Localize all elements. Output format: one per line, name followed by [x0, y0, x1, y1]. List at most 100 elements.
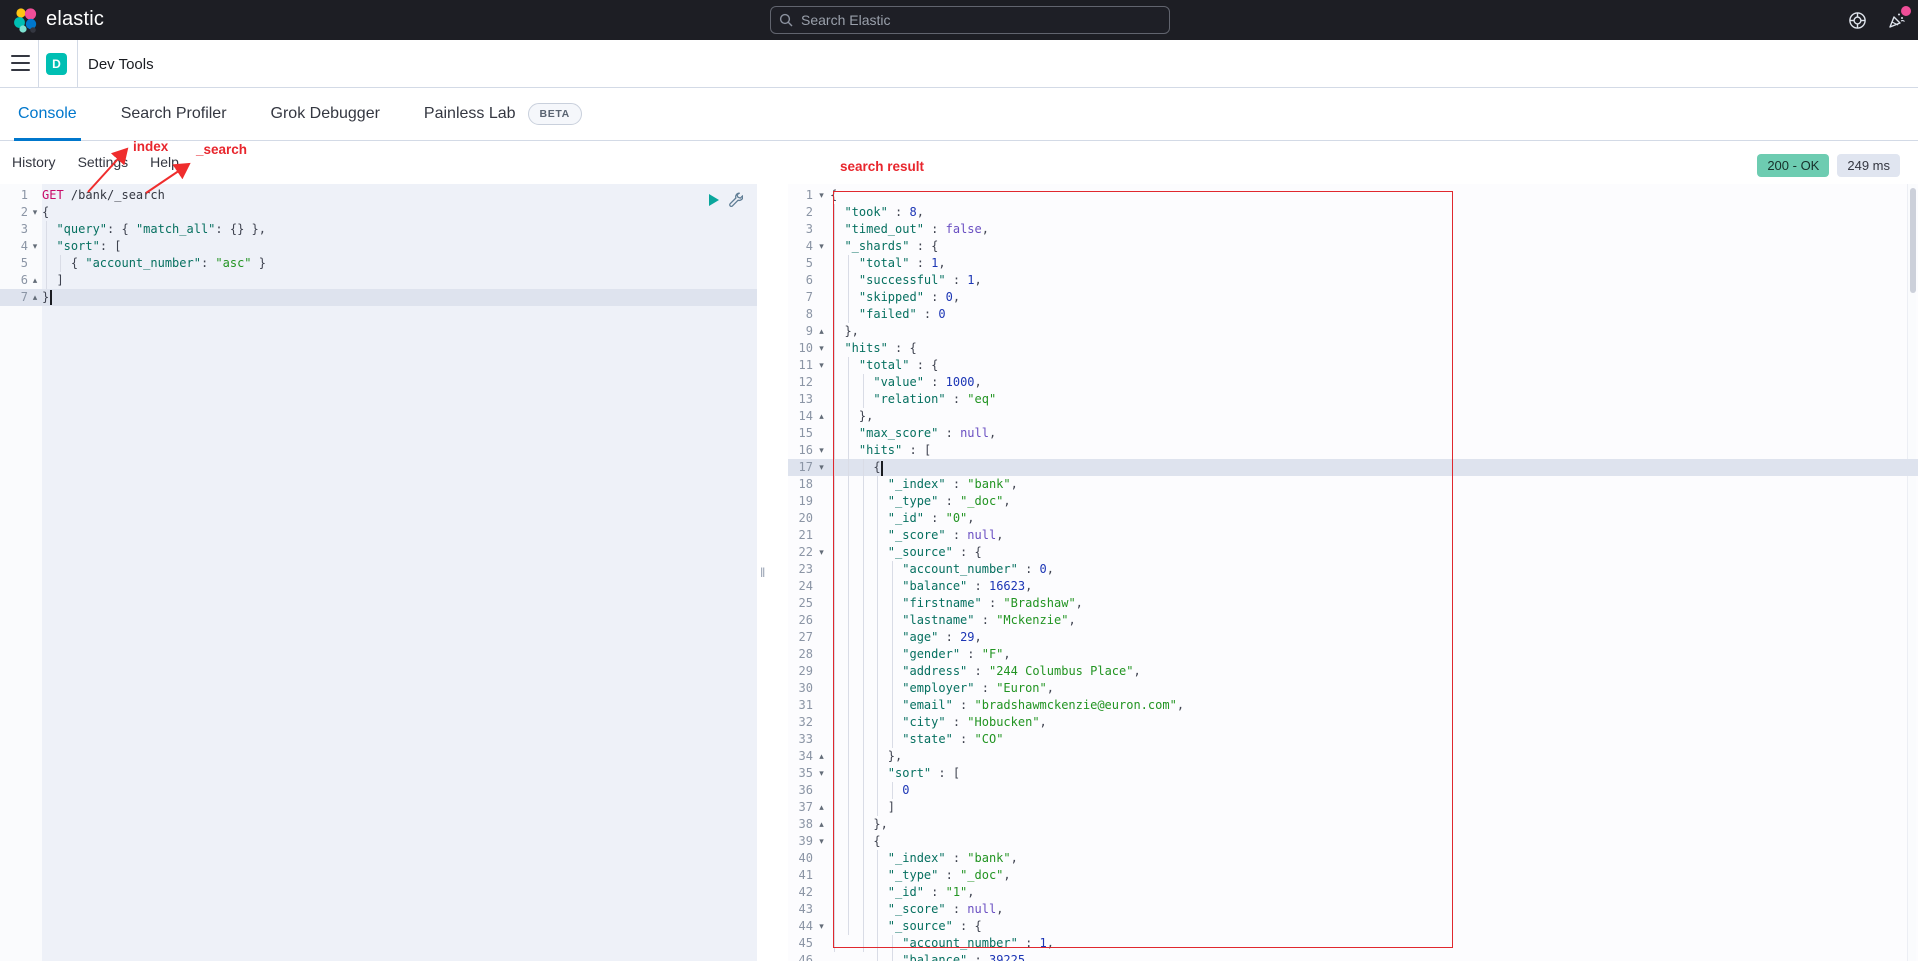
- newsfeed-button[interactable]: [1886, 9, 1908, 31]
- help-button[interactable]: [1846, 9, 1868, 31]
- elastic-logo[interactable]: [13, 7, 39, 33]
- code-line[interactable]: 45 "account_number" : 1,: [788, 935, 1918, 952]
- code-line[interactable]: 5 "total" : 1,: [788, 255, 1918, 272]
- code-line[interactable]: 9▴ },: [788, 323, 1918, 340]
- search-input[interactable]: [801, 12, 1141, 28]
- line-number: 18: [788, 476, 813, 493]
- indent-guide: [892, 782, 893, 799]
- code-line[interactable]: 32 "city" : "Hobucken",: [788, 714, 1918, 731]
- code-line[interactable]: 15 "max_score" : null,: [788, 425, 1918, 442]
- code-text: "balance" : 16623,: [830, 578, 1032, 595]
- code-line[interactable]: 21 "_score" : null,: [788, 527, 1918, 544]
- code-line[interactable]: 18 "_index" : "bank",: [788, 476, 1918, 493]
- code-line[interactable]: 2▾{: [0, 204, 757, 221]
- code-line[interactable]: 3 "timed_out" : false,: [788, 221, 1918, 238]
- code-line[interactable]: 17▾ {: [788, 459, 1918, 476]
- global-search-bar[interactable]: [770, 6, 1170, 34]
- tab-console[interactable]: Console: [18, 88, 77, 141]
- fold-spacer: [813, 391, 830, 408]
- fold-toggle-icon[interactable]: ▾: [813, 357, 830, 374]
- code-line[interactable]: 44▾ "_source" : {: [788, 918, 1918, 935]
- code-line[interactable]: 19 "_type" : "_doc",: [788, 493, 1918, 510]
- nav-separator: [77, 40, 78, 88]
- code-line[interactable]: 39▾ {: [788, 833, 1918, 850]
- code-text: GET /bank/_search: [42, 187, 165, 204]
- request-editor[interactable]: 1GET /bank/_search2▾{3 "query": { "match…: [0, 184, 757, 961]
- code-line[interactable]: 46 "balance" : 39225,: [788, 952, 1918, 961]
- fold-toggle-icon[interactable]: ▾: [813, 442, 830, 459]
- code-line[interactable]: 6▴ ]: [0, 272, 757, 289]
- tab-grok-debugger[interactable]: Grok Debugger: [271, 88, 380, 141]
- line-number: 17: [788, 459, 813, 476]
- menu-item-help[interactable]: Help: [150, 154, 179, 170]
- fold-toggle-icon[interactable]: ▴: [28, 289, 42, 306]
- code-line[interactable]: 41 "_type" : "_doc",: [788, 867, 1918, 884]
- tab-painless-lab[interactable]: Painless Lab: [424, 88, 516, 141]
- code-line[interactable]: 35▾ "sort" : [: [788, 765, 1918, 782]
- code-line[interactable]: 30 "employer" : "Euron",: [788, 680, 1918, 697]
- fold-spacer: [813, 663, 830, 680]
- menu-item-history[interactable]: History: [12, 154, 56, 170]
- fold-toggle-icon[interactable]: ▴: [813, 323, 830, 340]
- fold-toggle-icon[interactable]: ▾: [813, 544, 830, 561]
- code-line[interactable]: 23 "account_number" : 0,: [788, 561, 1918, 578]
- code-line[interactable]: 2 "took" : 8,: [788, 204, 1918, 221]
- fold-toggle-icon[interactable]: ▾: [28, 204, 42, 221]
- fold-toggle-icon[interactable]: ▾: [813, 459, 830, 476]
- code-line[interactable]: 38▴ },: [788, 816, 1918, 833]
- code-line[interactable]: 42 "_id" : "1",: [788, 884, 1918, 901]
- code-line[interactable]: 43 "_score" : null,: [788, 901, 1918, 918]
- code-line[interactable]: 29 "address" : "244 Columbus Place",: [788, 663, 1918, 680]
- code-line[interactable]: 4▾ "sort": [: [0, 238, 757, 255]
- code-text: "email" : "bradshawmckenzie@euron.com",: [830, 697, 1184, 714]
- code-line[interactable]: 37▴ ]: [788, 799, 1918, 816]
- code-line[interactable]: 4▾ "_shards" : {: [788, 238, 1918, 255]
- code-text: {: [830, 187, 837, 204]
- code-line[interactable]: 1GET /bank/_search: [0, 187, 757, 204]
- code-line[interactable]: 24 "balance" : 16623,: [788, 578, 1918, 595]
- tab-search-profiler[interactable]: Search Profiler: [121, 88, 227, 141]
- code-line[interactable]: 31 "email" : "bradshawmckenzie@euron.com…: [788, 697, 1918, 714]
- code-line[interactable]: 1▾{: [788, 187, 1918, 204]
- menu-item-settings[interactable]: Settings: [78, 154, 129, 170]
- code-line[interactable]: 40 "_index" : "bank",: [788, 850, 1918, 867]
- response-editor[interactable]: 1▾{2 "took" : 8,3 "timed_out" : false,4▾…: [788, 184, 1918, 961]
- fold-toggle-icon[interactable]: ▾: [813, 833, 830, 850]
- code-line[interactable]: 7 "skipped" : 0,: [788, 289, 1918, 306]
- app-badge[interactable]: D: [46, 53, 67, 75]
- code-line[interactable]: 6 "successful" : 1,: [788, 272, 1918, 289]
- code-line[interactable]: 10▾ "hits" : {: [788, 340, 1918, 357]
- code-line[interactable]: 25 "firstname" : "Bradshaw",: [788, 595, 1918, 612]
- fold-toggle-icon[interactable]: ▴: [813, 748, 830, 765]
- fold-toggle-icon[interactable]: ▴: [813, 799, 830, 816]
- code-text: "_index" : "bank",: [830, 850, 1018, 867]
- code-line[interactable]: 26 "lastname" : "Mckenzie",: [788, 612, 1918, 629]
- code-line[interactable]: 28 "gender" : "F",: [788, 646, 1918, 663]
- fold-toggle-icon[interactable]: ▾: [813, 918, 830, 935]
- code-line[interactable]: 11▾ "total" : {: [788, 357, 1918, 374]
- fold-toggle-icon[interactable]: ▴: [813, 408, 830, 425]
- code-line[interactable]: 34▴ },: [788, 748, 1918, 765]
- code-line[interactable]: 16▾ "hits" : [: [788, 442, 1918, 459]
- code-line[interactable]: 36 0: [788, 782, 1918, 799]
- fold-toggle-icon[interactable]: ▾: [813, 238, 830, 255]
- code-line[interactable]: 14▴ },: [788, 408, 1918, 425]
- code-line[interactable]: 20 "_id" : "0",: [788, 510, 1918, 527]
- code-line[interactable]: 3 "query": { "match_all": {} },: [0, 221, 757, 238]
- menu-hamburger-button[interactable]: [11, 55, 30, 72]
- fold-toggle-icon[interactable]: ▾: [813, 340, 830, 357]
- code-line[interactable]: 22▾ "_source" : {: [788, 544, 1918, 561]
- panel-resize-handle[interactable]: ‖: [760, 565, 766, 580]
- code-line[interactable]: 8 "failed" : 0: [788, 306, 1918, 323]
- code-line[interactable]: 12 "value" : 1000,: [788, 374, 1918, 391]
- fold-toggle-icon[interactable]: ▴: [28, 272, 42, 289]
- code-line[interactable]: 33 "state" : "CO": [788, 731, 1918, 748]
- code-line[interactable]: 27 "age" : 29,: [788, 629, 1918, 646]
- fold-toggle-icon[interactable]: ▾: [28, 238, 42, 255]
- fold-toggle-icon[interactable]: ▾: [813, 765, 830, 782]
- fold-toggle-icon[interactable]: ▴: [813, 816, 830, 833]
- code-line[interactable]: 13 "relation" : "eq": [788, 391, 1918, 408]
- code-line[interactable]: 7▴}: [0, 289, 757, 306]
- fold-toggle-icon[interactable]: ▾: [813, 187, 830, 204]
- code-line[interactable]: 5 { "account_number": "asc" }: [0, 255, 757, 272]
